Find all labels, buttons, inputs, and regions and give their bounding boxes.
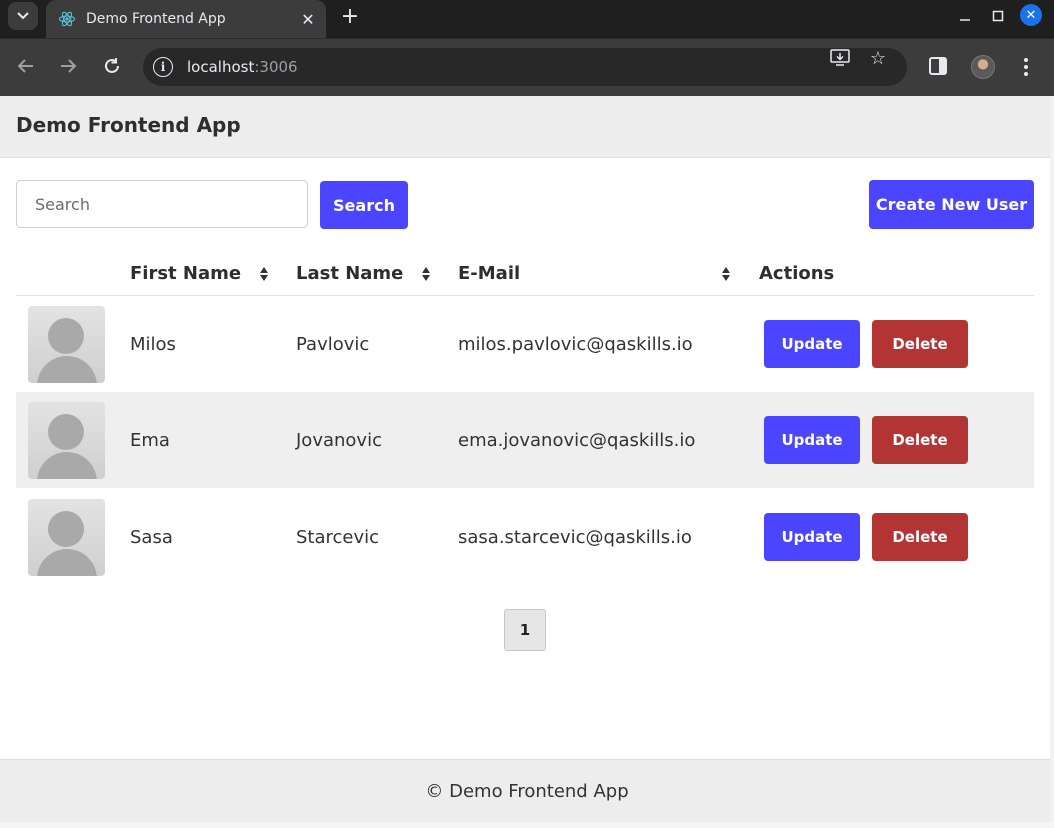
table-row: Ema Jovanovic ema.jovanovic@qaskills.io … <box>16 392 1034 488</box>
close-window-icon[interactable]: ✕ <box>1020 4 1042 26</box>
update-button[interactable]: Update <box>764 416 860 464</box>
app-header: Demo Frontend App <box>0 96 1054 158</box>
cell-first-name: Ema <box>130 430 170 451</box>
search-input[interactable] <box>16 180 308 228</box>
install-icon[interactable] <box>828 48 852 68</box>
cell-last-name: Jovanovic <box>296 430 382 451</box>
update-button[interactable]: Update <box>764 513 860 561</box>
create-new-user-button[interactable]: Create New User <box>869 180 1034 229</box>
pagination-page-button[interactable]: 1 <box>504 609 546 651</box>
address-bar[interactable]: i localhost:3006 <box>143 48 907 86</box>
cell-email: milos.pavlovic@qaskills.io <box>458 334 693 355</box>
sort-icon[interactable] <box>259 266 269 282</box>
star-icon[interactable]: ☆ <box>866 48 890 69</box>
avatar <box>28 499 105 576</box>
url-text: localhost:3006 <box>187 58 298 76</box>
right-edge <box>1050 96 1054 822</box>
update-button[interactable]: Update <box>764 320 860 368</box>
cell-email: sasa.starcevic@qaskills.io <box>458 527 692 548</box>
browser-tab[interactable]: Demo Frontend App ✕ <box>46 0 326 38</box>
browser-toolbar: i localhost:3006 ☆ <box>0 38 1054 96</box>
column-header-first-name[interactable]: First Name <box>130 263 241 284</box>
plus-icon[interactable]: + <box>338 4 362 29</box>
cell-email: ema.jovanovic@qaskills.io <box>458 430 696 451</box>
tab-list-icon[interactable] <box>8 2 38 30</box>
table-row: Sasa Starcevic sasa.starcevic@qaskills.i… <box>16 489 1034 585</box>
avatar <box>28 306 105 383</box>
footer-text: © Demo Frontend App <box>425 781 629 802</box>
delete-button[interactable]: Delete <box>872 513 968 561</box>
minimize-icon[interactable] <box>955 6 975 26</box>
more-menu-icon[interactable] <box>1016 56 1036 78</box>
column-header-email[interactable]: E-Mail <box>458 263 520 284</box>
back-icon[interactable] <box>14 54 38 78</box>
side-panel-icon[interactable] <box>928 56 950 78</box>
forward-icon[interactable] <box>56 54 80 78</box>
column-header-actions: Actions <box>759 263 835 284</box>
footer: © Demo Frontend App <box>0 759 1054 822</box>
column-header-last-name[interactable]: Last Name <box>296 263 403 284</box>
table-row: Milos Pavlovic milos.pavlovic@qaskills.i… <box>16 296 1034 392</box>
cell-first-name: Milos <box>130 334 176 355</box>
page-title: Demo Frontend App <box>16 113 241 137</box>
bottom-edge <box>0 822 1054 828</box>
profile-avatar[interactable] <box>971 55 995 79</box>
tab-title: Demo Frontend App <box>86 11 226 27</box>
close-icon[interactable]: ✕ <box>296 7 320 31</box>
maximize-icon[interactable] <box>988 6 1008 26</box>
sort-icon[interactable] <box>421 266 431 282</box>
cell-first-name: Sasa <box>130 527 173 548</box>
search-button[interactable]: Search <box>320 181 408 229</box>
delete-button[interactable]: Delete <box>872 416 968 464</box>
reload-icon[interactable] <box>100 54 124 78</box>
browser-tab-bar: Demo Frontend App ✕ + ✕ <box>0 0 1054 38</box>
cell-last-name: Starcevic <box>296 527 380 548</box>
react-icon <box>58 11 76 27</box>
info-icon[interactable]: i <box>153 57 173 77</box>
avatar <box>28 402 105 479</box>
delete-button[interactable]: Delete <box>872 320 968 368</box>
sort-icon[interactable] <box>721 266 731 282</box>
cell-last-name: Pavlovic <box>296 334 370 355</box>
